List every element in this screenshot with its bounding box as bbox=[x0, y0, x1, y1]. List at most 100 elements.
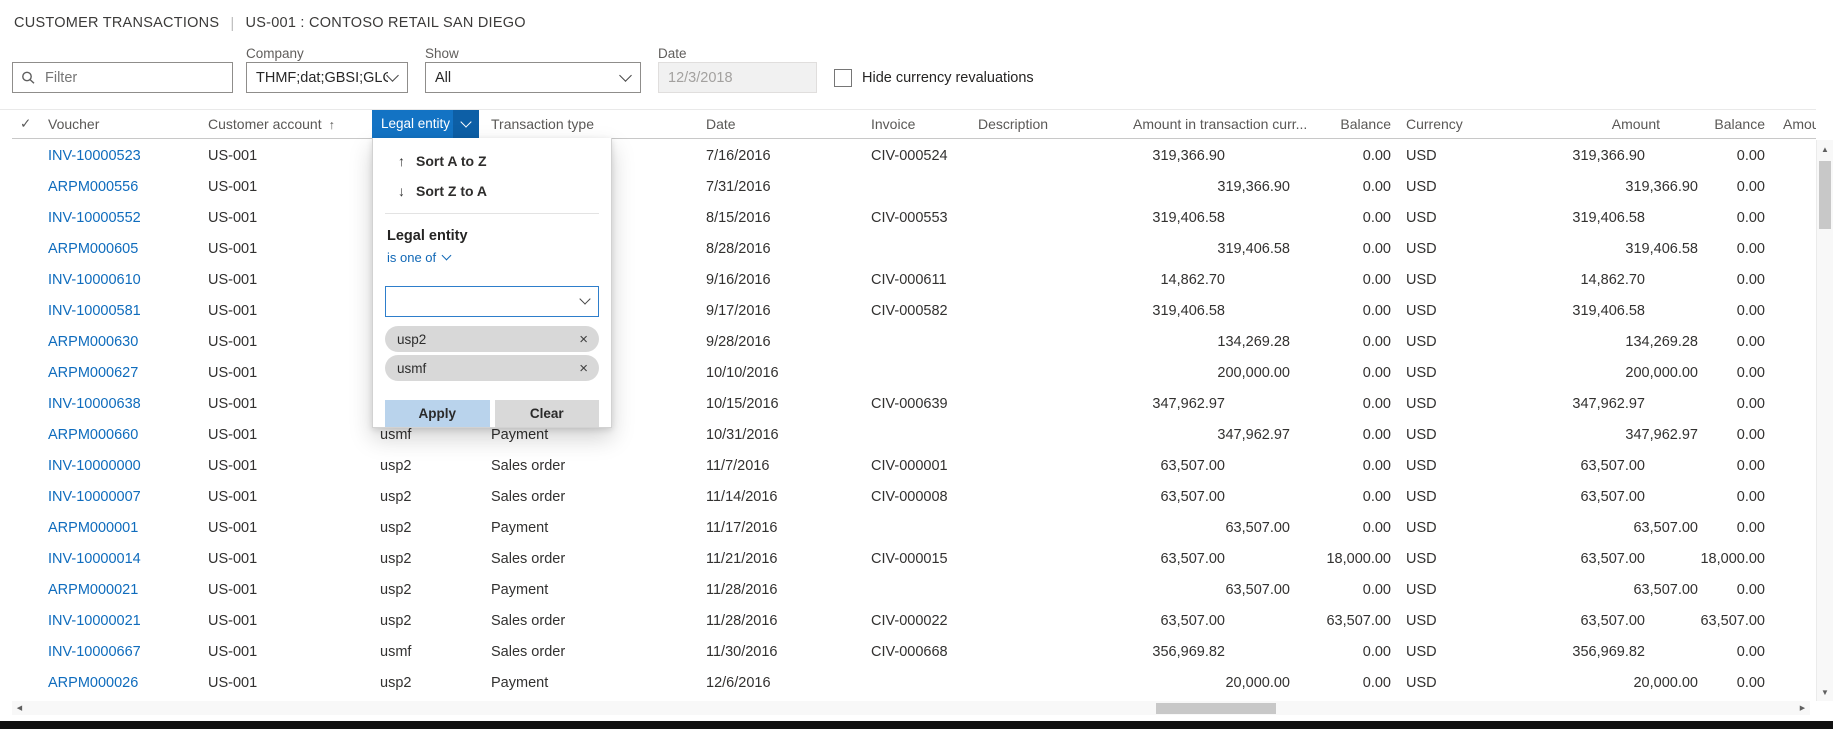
table-row[interactable]: INV-10000000 US-001 usp2 Sales order 11/7/20… bbox=[12, 451, 1816, 482]
scroll-left-icon[interactable]: ◀ bbox=[12, 701, 27, 715]
balance2-cell: 0.00 bbox=[1736, 272, 1765, 288]
voucher-link[interactable]: INV-10000638 bbox=[48, 389, 208, 420]
sort-a-to-z-item[interactable]: ↑ Sort A to Z bbox=[373, 146, 611, 176]
amount-transaction-cell: 63,507.00 bbox=[1160, 489, 1225, 505]
vertical-scrollbar[interactable]: ▲ ▼ bbox=[1816, 140, 1833, 701]
amount-transaction-cell: 356,969.82 bbox=[1152, 644, 1225, 660]
balance2-cell: 0.00 bbox=[1736, 210, 1765, 226]
voucher-link[interactable]: ARPM000660 bbox=[48, 420, 208, 451]
column-header-voucher[interactable]: Voucher bbox=[48, 110, 208, 139]
balance2-cell: 0.00 bbox=[1736, 365, 1765, 381]
table-row[interactable]: ARPM000026 US-001 usp2 Payment 12/6/2016 20,0… bbox=[12, 668, 1816, 699]
table-row[interactable]: INV-10000610 US-001 9/16/2016 CIV-000611 14,… bbox=[12, 265, 1816, 296]
page-subtitle: US-001 : CONTOSO RETAIL SAN DIEGO bbox=[245, 15, 526, 31]
invoice-cell: CIV-000639 bbox=[871, 396, 948, 412]
scroll-right-icon[interactable]: ▶ bbox=[1795, 701, 1810, 715]
company-select-value: THMF;dat;GBSI;GLC... bbox=[256, 69, 388, 86]
horizontal-scroll-thumb[interactable] bbox=[1155, 702, 1276, 714]
table-row[interactable]: ARPM000556 US-001 7/31/2016 319,366.90 0.00 U… bbox=[12, 172, 1816, 203]
column-header-date[interactable]: Date bbox=[706, 110, 871, 139]
table-row[interactable]: ARPM000605 US-001 8/28/2016 319,406.58 0.00 U… bbox=[12, 234, 1816, 265]
scroll-up-icon[interactable]: ▲ bbox=[1817, 141, 1833, 157]
table-row[interactable]: INV-10000523 US-001 7/16/2016 CIV-000524 319… bbox=[12, 141, 1816, 172]
legal-entity-filter-chevron[interactable] bbox=[453, 110, 479, 138]
table-row[interactable]: INV-10000007 US-001 usp2 Sales order 11/14/2… bbox=[12, 482, 1816, 513]
column-header-amount-2[interactable]: Amount bbox=[1770, 110, 1816, 139]
column-header-customer-account[interactable]: Customer account ↑ bbox=[208, 110, 372, 139]
table-row[interactable]: INV-10000014 US-001 usp2 Sales order 11/21/2… bbox=[12, 544, 1816, 575]
date-cell: 11/17/2016 bbox=[706, 520, 778, 536]
table-row[interactable]: ARPM000021 US-001 usp2 Payment 11/28/2016 63,… bbox=[12, 575, 1816, 606]
select-all-header[interactable]: ✓ bbox=[12, 110, 48, 139]
voucher-link[interactable]: ARPM000001 bbox=[48, 513, 208, 544]
table-row[interactable]: INV-10000667 US-001 usmf Sales order 11/30/2… bbox=[12, 637, 1816, 668]
invoice-cell: CIV-000022 bbox=[871, 613, 948, 629]
column-header-description[interactable]: Description bbox=[978, 110, 1133, 139]
filter-tag[interactable]: usp2 × bbox=[385, 326, 599, 352]
amount-cell: 14,862.70 bbox=[1580, 272, 1645, 288]
voucher-link[interactable]: INV-10000000 bbox=[48, 451, 208, 482]
amount-transaction-cell: 63,507.00 bbox=[1160, 551, 1225, 567]
description-cell bbox=[978, 575, 1133, 606]
currency-cell: USD bbox=[1406, 427, 1437, 443]
table-row[interactable]: ARPM000001 US-001 usp2 Payment 11/17/2016 63,… bbox=[12, 513, 1816, 544]
date-cell: 8/28/2016 bbox=[706, 241, 771, 257]
column-header-transaction-type[interactable]: Transaction type bbox=[491, 110, 706, 139]
close-icon[interactable]: × bbox=[576, 331, 591, 348]
filter-input[interactable] bbox=[43, 68, 224, 87]
vertical-scroll-thumb[interactable] bbox=[1819, 161, 1831, 229]
currency-cell: USD bbox=[1406, 675, 1437, 691]
column-header-balance-2[interactable]: Balance bbox=[1700, 110, 1770, 139]
description-cell bbox=[978, 606, 1133, 637]
description-cell bbox=[978, 203, 1133, 234]
hide-revaluations-checkbox[interactable] bbox=[834, 69, 852, 87]
close-icon[interactable]: × bbox=[576, 360, 591, 377]
table-row[interactable]: ARPM000660 US-001 usmf Payment 10/31/2016 347… bbox=[12, 420, 1816, 451]
table-row[interactable]: ARPM000630 US-001 9/28/2016 134,269.28 0.00 U… bbox=[12, 327, 1816, 358]
column-header-amount-transaction[interactable]: Amount in transaction curr... bbox=[1133, 110, 1307, 139]
voucher-link[interactable]: ARPM000556 bbox=[48, 172, 208, 203]
voucher-link[interactable]: INV-10000007 bbox=[48, 482, 208, 513]
voucher-link[interactable]: INV-10000021 bbox=[48, 606, 208, 637]
filter-operator-selector[interactable]: is one of bbox=[373, 247, 611, 267]
voucher-link[interactable]: ARPM000605 bbox=[48, 234, 208, 265]
table-row[interactable]: INV-10000021 US-001 usp2 Sales order 11/28/2… bbox=[12, 606, 1816, 637]
balance2-cell: 0.00 bbox=[1736, 644, 1765, 660]
filter-tag[interactable]: usmf × bbox=[385, 355, 599, 381]
invoice-cell: CIV-000582 bbox=[871, 303, 948, 319]
table-row[interactable]: INV-10000638 US-001 10/15/2016 CIV-000639 34… bbox=[12, 389, 1816, 420]
apply-button[interactable]: Apply bbox=[385, 400, 490, 427]
row-select-cell bbox=[12, 389, 48, 420]
voucher-link[interactable]: INV-10000581 bbox=[48, 296, 208, 327]
voucher-link[interactable]: INV-10000610 bbox=[48, 265, 208, 296]
amount-cell: 356,969.82 bbox=[1572, 644, 1645, 660]
amount3-cell bbox=[1770, 172, 1816, 203]
horizontal-scrollbar[interactable]: ◀ ▶ bbox=[12, 701, 1810, 715]
hide-revaluations-checkbox-group[interactable]: Hide currency revaluations bbox=[834, 69, 1034, 87]
show-select[interactable]: All bbox=[425, 62, 641, 93]
scroll-down-icon[interactable]: ▼ bbox=[1817, 684, 1833, 700]
voucher-link[interactable]: INV-10000014 bbox=[48, 544, 208, 575]
description-cell bbox=[978, 420, 1133, 451]
voucher-link[interactable]: ARPM000026 bbox=[48, 668, 208, 699]
balance-cell: 0.00 bbox=[1362, 489, 1391, 505]
table-row[interactable]: INV-10000581 US-001 9/17/2016 CIV-000582 319… bbox=[12, 296, 1816, 327]
clear-button[interactable]: Clear bbox=[494, 400, 599, 427]
table-row[interactable]: INV-10000552 US-001 8/15/2016 CIV-000553 319… bbox=[12, 203, 1816, 234]
legal-entity-filter-header[interactable]: Legal entity bbox=[372, 110, 479, 138]
voucher-link[interactable]: ARPM000630 bbox=[48, 327, 208, 358]
balance2-cell: 0.00 bbox=[1736, 148, 1765, 164]
filter-value-combobox[interactable] bbox=[385, 286, 599, 317]
column-header-amount[interactable]: Amount bbox=[1478, 110, 1700, 139]
column-header-currency[interactable]: Currency bbox=[1398, 110, 1478, 139]
table-row[interactable]: ARPM000627 US-001 10/10/2016 200,000.00 0.00… bbox=[12, 358, 1816, 389]
column-header-balance[interactable]: Balance bbox=[1293, 110, 1398, 139]
sort-z-to-a-item[interactable]: ↓ Sort Z to A bbox=[373, 176, 611, 206]
voucher-link[interactable]: ARPM000021 bbox=[48, 575, 208, 606]
voucher-link[interactable]: INV-10000523 bbox=[48, 141, 208, 172]
voucher-link[interactable]: ARPM000627 bbox=[48, 358, 208, 389]
column-header-invoice[interactable]: Invoice bbox=[871, 110, 978, 139]
voucher-link[interactable]: INV-10000667 bbox=[48, 637, 208, 668]
voucher-link[interactable]: INV-10000552 bbox=[48, 203, 208, 234]
company-select[interactable]: THMF;dat;GBSI;GLC... bbox=[246, 62, 408, 93]
